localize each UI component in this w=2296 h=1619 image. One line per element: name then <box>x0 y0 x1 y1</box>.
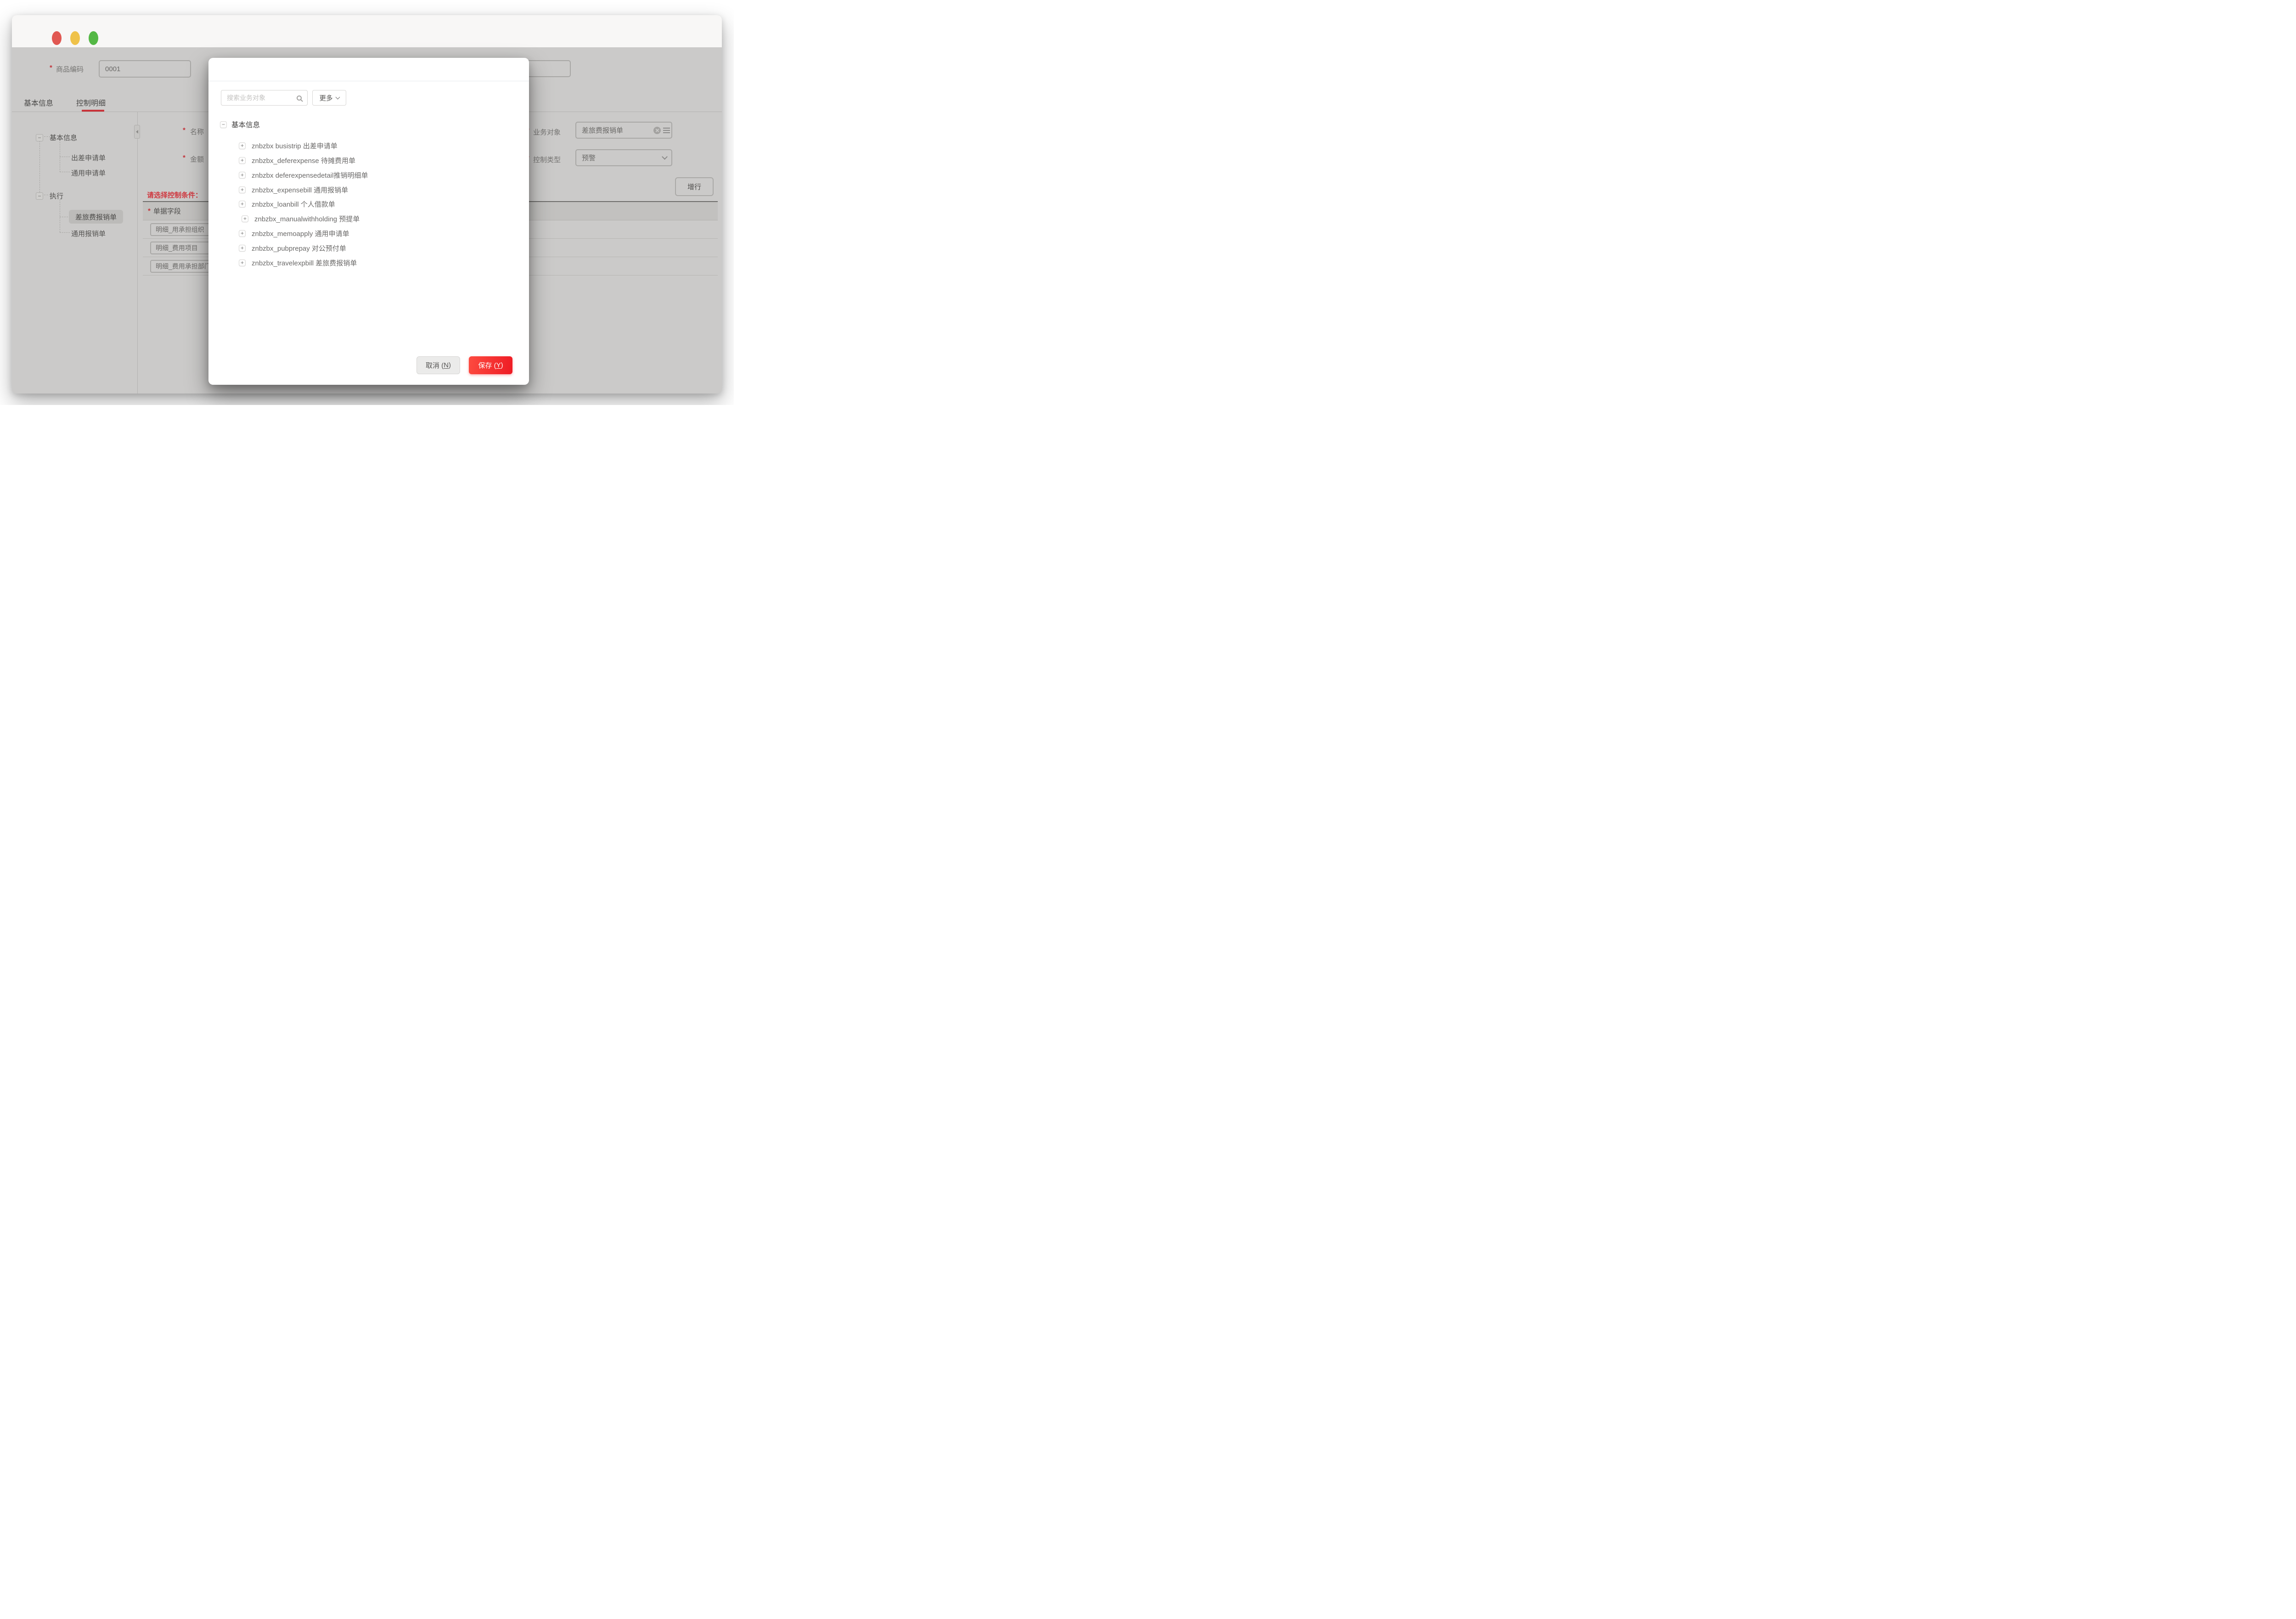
modal-tree-root[interactable]: − 基本信息 <box>220 119 260 129</box>
expand-plus-icon[interactable]: + <box>239 245 246 252</box>
control-type-select[interactable]: 预警 <box>575 149 672 166</box>
required-asterisk: * <box>148 207 151 215</box>
modal-tree-item-manualwithholding[interactable]: + znbzbx_manualwithholding 预提单 <box>242 212 360 225</box>
control-type-value: 预警 <box>582 153 596 163</box>
tab-basic-info[interactable]: 基本信息 <box>24 97 53 108</box>
name-label: 名称 <box>190 127 204 136</box>
collapse-minus-icon[interactable]: − <box>36 192 43 200</box>
modal-tree-item-expensebill[interactable]: + znbzbx_expensebill 通用报销单 <box>239 183 348 197</box>
business-object-value: 差旅费报销单 <box>582 125 623 135</box>
cancel-button[interactable]: 取消 (N) <box>416 356 460 374</box>
control-type-label: 控制类型 <box>533 155 561 164</box>
side-tree-group-execute[interactable]: − 执行 <box>36 191 63 201</box>
expand-plus-icon[interactable]: + <box>239 230 246 237</box>
save-button[interactable]: 保存 (Y) <box>469 356 512 374</box>
modal-tree-item-label: znbzbx deferexpensedetail推销明细单 <box>252 170 368 180</box>
side-tree-item-trip-request[interactable]: 出差申请单 <box>71 153 106 163</box>
side-tree-group-label: 基本信息 <box>50 133 77 142</box>
side-tree-item-general-expense[interactable]: 通用报销单 <box>71 229 106 238</box>
cell-value: 明细_费用项目 <box>156 243 198 253</box>
modal-tree-item-deferexpense[interactable]: + znbzbx_deferexpense 待摊费用单 <box>239 153 355 167</box>
expand-plus-icon[interactable]: + <box>239 186 246 193</box>
required-asterisk: * <box>183 126 186 134</box>
modal-tree-item-label: znbzbx_expensebill 通用报销单 <box>252 185 348 195</box>
modal-tree-item-label: znbzbx_deferexpense 待摊费用单 <box>252 156 355 165</box>
side-tree-group-basic[interactable]: − 基本信息 <box>36 133 77 142</box>
modal-tree-item-label: znbzbx_pubprepay 对公预付单 <box>252 243 346 253</box>
expand-plus-icon[interactable]: + <box>239 259 246 266</box>
side-tree-item-travel-expense-selected[interactable]: 差旅费报销单 <box>69 210 123 224</box>
modal-tree-item-label: znbzbx_loanbill 个人借款单 <box>252 199 335 209</box>
expand-plus-icon[interactable]: + <box>242 215 248 222</box>
search-input[interactable] <box>226 94 297 102</box>
search-icon[interactable] <box>297 96 302 101</box>
product-code-label: 商品编码 <box>56 64 84 74</box>
business-object-label: 业务对象 <box>533 127 561 137</box>
required-asterisk: * <box>183 154 186 162</box>
expand-plus-icon[interactable]: + <box>239 157 246 164</box>
collapse-tree-handle[interactable] <box>134 125 140 139</box>
selected-node-label: 差旅费报销单 <box>75 212 117 222</box>
expand-plus-icon[interactable]: + <box>239 201 246 208</box>
tab-control-detail[interactable]: 控制明细 <box>76 97 106 108</box>
modal-tree-item-travelexpbill[interactable]: + znbzbx_travelexpbill 差旅费报销单 <box>239 256 357 270</box>
required-asterisk: * <box>50 64 52 72</box>
modal-tree-item-label: znbzbx_travelexpbill 差旅费报销单 <box>252 258 357 268</box>
modal-tree-item-pubprepay[interactable]: + znbzbx_pubprepay 对公预付单 <box>239 241 346 255</box>
modal-tree-item-label: znbzbx busistrip 出差申请单 <box>252 141 338 151</box>
modal-tree-item-deferexpensedetail[interactable]: + znbzbx deferexpensedetail推销明细单 <box>239 168 368 182</box>
collapse-minus-icon[interactable]: − <box>36 134 43 141</box>
more-button-label: 更多 <box>320 93 333 103</box>
tree-connector <box>60 232 70 233</box>
chevron-left-icon <box>136 130 138 134</box>
expand-plus-icon[interactable]: + <box>239 172 246 179</box>
modal-tree-item-label: znbzbx_manualwithholding 预提单 <box>254 214 360 224</box>
cell-value: 明细_用承担组织 <box>156 225 204 234</box>
save-label-close: ) <box>501 361 503 369</box>
add-row-button[interactable]: 增行 <box>675 177 714 196</box>
chevron-down-icon <box>335 95 340 100</box>
condition-hint-text: 请选择控制条件： <box>147 190 202 200</box>
clear-field-icon[interactable] <box>653 127 661 134</box>
product-code-input[interactable]: 0001 <box>99 60 191 78</box>
list-picker-icon[interactable] <box>663 128 670 133</box>
add-row-label: 增行 <box>687 182 701 191</box>
collapse-minus-icon[interactable]: − <box>220 121 227 128</box>
modal-tree-item-memoapply[interactable]: + znbzbx_memoapply 通用申请单 <box>239 226 349 240</box>
modal-tree-item-busistrip[interactable]: + znbzbx busistrip 出差申请单 <box>239 139 338 152</box>
cell-value: 明细_费用承担部门 <box>156 262 211 271</box>
close-window-icon[interactable] <box>52 31 62 45</box>
business-object-picker-dialog: 更多 − 基本信息 + znbzbx busistrip 出差申请单 + znb… <box>208 58 529 385</box>
side-tree-item-general-request[interactable]: 通用申请单 <box>71 168 106 178</box>
zoom-window-icon[interactable] <box>89 31 98 45</box>
tree-panel-divider <box>137 112 138 394</box>
table-header-doc-field: 单据字段 <box>153 206 181 216</box>
save-label: 保存 ( <box>478 360 496 370</box>
modal-tree-item-label: znbzbx_memoapply 通用申请单 <box>252 229 349 238</box>
amount-label: 金额 <box>190 154 204 164</box>
minimize-window-icon[interactable] <box>70 31 80 45</box>
cancel-hotkey: N <box>444 361 449 369</box>
modal-tree-root-label: 基本信息 <box>231 119 260 129</box>
expand-plus-icon[interactable]: + <box>239 142 246 149</box>
tree-connector <box>39 141 40 195</box>
side-tree-group-label: 执行 <box>50 191 63 201</box>
screenshot-page: * 商品编码 0001 基本信息 控制明细 − 基本信息 出差申请单 通用申请单 <box>0 0 734 405</box>
dialog-header <box>208 58 529 81</box>
product-code-value: 0001 <box>105 65 120 73</box>
search-box <box>221 90 308 106</box>
more-button[interactable]: 更多 <box>312 90 346 106</box>
business-object-input[interactable]: 差旅费报销单 <box>575 122 672 139</box>
cancel-label: 取消 ( <box>426 360 444 370</box>
cancel-label-close: ) <box>449 361 451 369</box>
chevron-down-icon <box>662 154 668 160</box>
modal-tree-item-loanbill[interactable]: + znbzbx_loanbill 个人借款单 <box>239 197 335 211</box>
window-titlebar <box>12 15 722 47</box>
save-hotkey: Y <box>496 361 501 369</box>
